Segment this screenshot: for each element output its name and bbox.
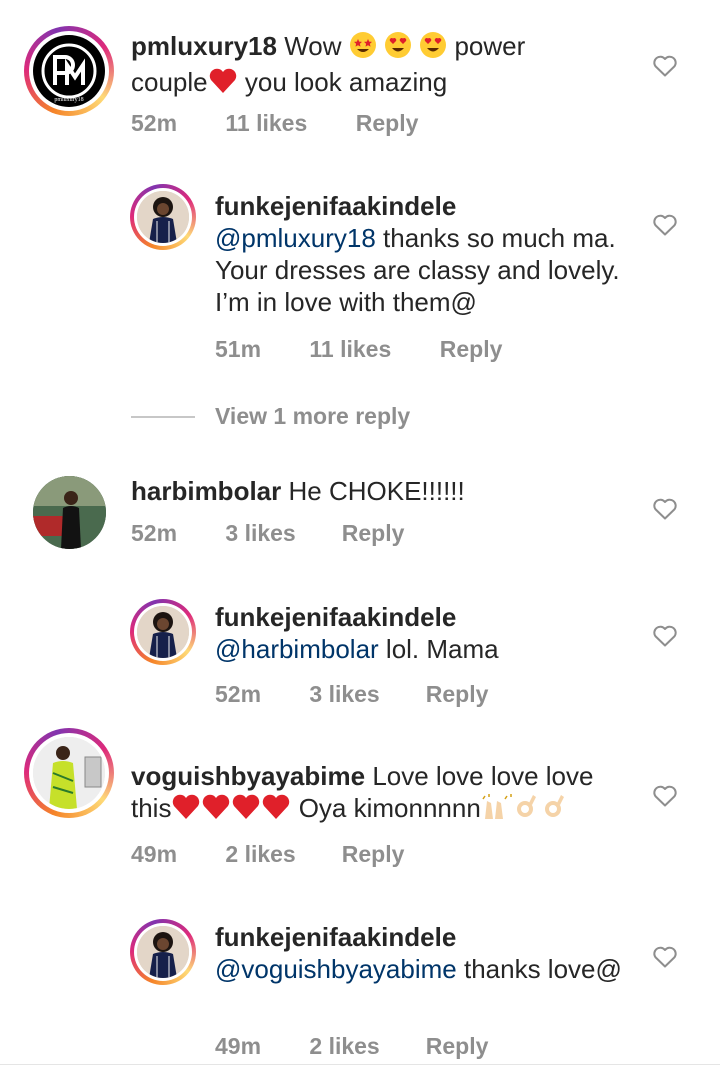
- likes-count[interactable]: 11 likes: [225, 110, 349, 137]
- heart-outline-icon[interactable]: [652, 784, 678, 808]
- username[interactable]: harbimbolar: [131, 476, 281, 506]
- star-struck-emoji: [349, 31, 377, 66]
- likes-count[interactable]: 3 likes: [225, 520, 335, 547]
- reply-button[interactable]: Reply: [426, 1033, 489, 1060]
- avatar[interactable]: [130, 919, 196, 985]
- heart-eyes-emoji: [419, 31, 447, 66]
- comment-text: harbimbolar He CHOKE!!!!!!: [131, 476, 465, 506]
- avatar[interactable]: pmluxury18: [24, 26, 114, 116]
- comment-voguishbyayabime: voguishbyayabime Love love love love thi…: [0, 720, 720, 880]
- avatar[interactable]: [130, 599, 196, 665]
- comment-meta: 52m 11 likes Reply: [131, 110, 418, 137]
- likes-count[interactable]: 3 likes: [309, 681, 419, 708]
- heart-outline-icon[interactable]: [652, 497, 678, 521]
- heart-eyes-emoji: [384, 31, 412, 66]
- pmluxury-logo: pmluxury18: [41, 43, 97, 103]
- svg-text:pmluxury18: pmluxury18: [54, 97, 83, 103]
- red-heart-emoji: [208, 67, 238, 102]
- comment-text: funkejenifaakindele @pmluxury18 thanks s…: [215, 191, 620, 317]
- comment-meta: 49m 2 likes Reply: [215, 1033, 488, 1060]
- timestamp: 52m: [131, 520, 178, 546]
- comment-text: voguishbyayabime Love love love love thi…: [131, 760, 621, 828]
- comment-harbimbolar: harbimbolar He CHOKE!!!!!! 52m 3 likes R…: [0, 455, 720, 575]
- red-heart-emoji: [261, 793, 291, 828]
- timestamp: 52m: [215, 681, 262, 707]
- view-more-replies-button[interactable]: View 1 more reply: [215, 403, 410, 430]
- comment-meta: 51m 11 likes Reply: [215, 336, 502, 363]
- comment-meta: 52m 3 likes Reply: [131, 520, 404, 547]
- timestamp: 49m: [215, 1033, 262, 1059]
- avatar[interactable]: [24, 728, 114, 818]
- mention-link[interactable]: @harbimbolar: [215, 634, 379, 664]
- avatar[interactable]: [130, 184, 196, 250]
- heart-outline-icon[interactable]: [652, 945, 678, 969]
- username[interactable]: funkejenifaakindele: [215, 602, 456, 632]
- avatar[interactable]: [33, 476, 106, 549]
- heart-outline-icon[interactable]: [652, 624, 678, 648]
- username[interactable]: voguishbyayabime: [131, 761, 365, 791]
- reply-button[interactable]: Reply: [440, 336, 503, 363]
- heart-outline-icon[interactable]: [652, 213, 678, 237]
- reply-button[interactable]: Reply: [356, 110, 419, 137]
- bottom-divider: [0, 1064, 720, 1065]
- reply-funkejenifaakindele-1: funkejenifaakindele @pmluxury18 thanks s…: [0, 160, 720, 390]
- likes-count[interactable]: 11 likes: [309, 336, 433, 363]
- username[interactable]: funkejenifaakindele: [215, 191, 456, 221]
- username[interactable]: pmluxury18: [131, 31, 277, 61]
- username[interactable]: funkejenifaakindele: [215, 922, 456, 952]
- reply-button[interactable]: Reply: [426, 681, 489, 708]
- reply-button[interactable]: Reply: [342, 841, 405, 868]
- comment-text: funkejenifaakindele @voguishbyayabime th…: [215, 922, 622, 984]
- timestamp: 49m: [131, 841, 178, 867]
- likes-count[interactable]: 2 likes: [225, 841, 335, 868]
- profile-photo: [137, 926, 189, 978]
- red-heart-emoji: [201, 793, 231, 828]
- comment-meta: 52m 3 likes Reply: [215, 681, 488, 708]
- timestamp: 52m: [131, 110, 178, 136]
- red-heart-emoji: [171, 793, 201, 828]
- profile-photo: [137, 606, 189, 658]
- comment-pmluxury18: pmluxury18 pmluxury18 Wow power couple y…: [0, 0, 720, 160]
- reply-button[interactable]: Reply: [342, 520, 405, 547]
- ok-hand-emoji: [513, 793, 541, 828]
- profile-photo: [33, 476, 106, 549]
- heart-outline-icon[interactable]: [652, 54, 678, 78]
- red-heart-emoji: [231, 793, 261, 828]
- profile-photo: [137, 191, 189, 243]
- comment-text: funkejenifaakindele @harbimbolar lol. Ma…: [215, 602, 499, 664]
- reply-funkejenifaakindele-3: funkejenifaakindele @voguishbyayabime th…: [0, 905, 720, 1069]
- profile-photo: [33, 737, 105, 809]
- likes-count[interactable]: 2 likes: [309, 1033, 419, 1060]
- comment-text: pmluxury18 Wow power couple you look ama…: [131, 30, 601, 102]
- comment-meta: 49m 2 likes Reply: [131, 841, 404, 868]
- timestamp: 51m: [215, 336, 262, 362]
- view-more-divider: [131, 416, 195, 418]
- reply-funkejenifaakindele-2: funkejenifaakindele @harbimbolar lol. Ma…: [0, 585, 720, 715]
- ok-hand-emoji: [541, 793, 569, 828]
- mention-link[interactable]: @voguishbyayabime: [215, 954, 457, 984]
- mention-link[interactable]: @pmluxury18: [215, 223, 376, 253]
- raising-hands-emoji: [481, 793, 513, 828]
